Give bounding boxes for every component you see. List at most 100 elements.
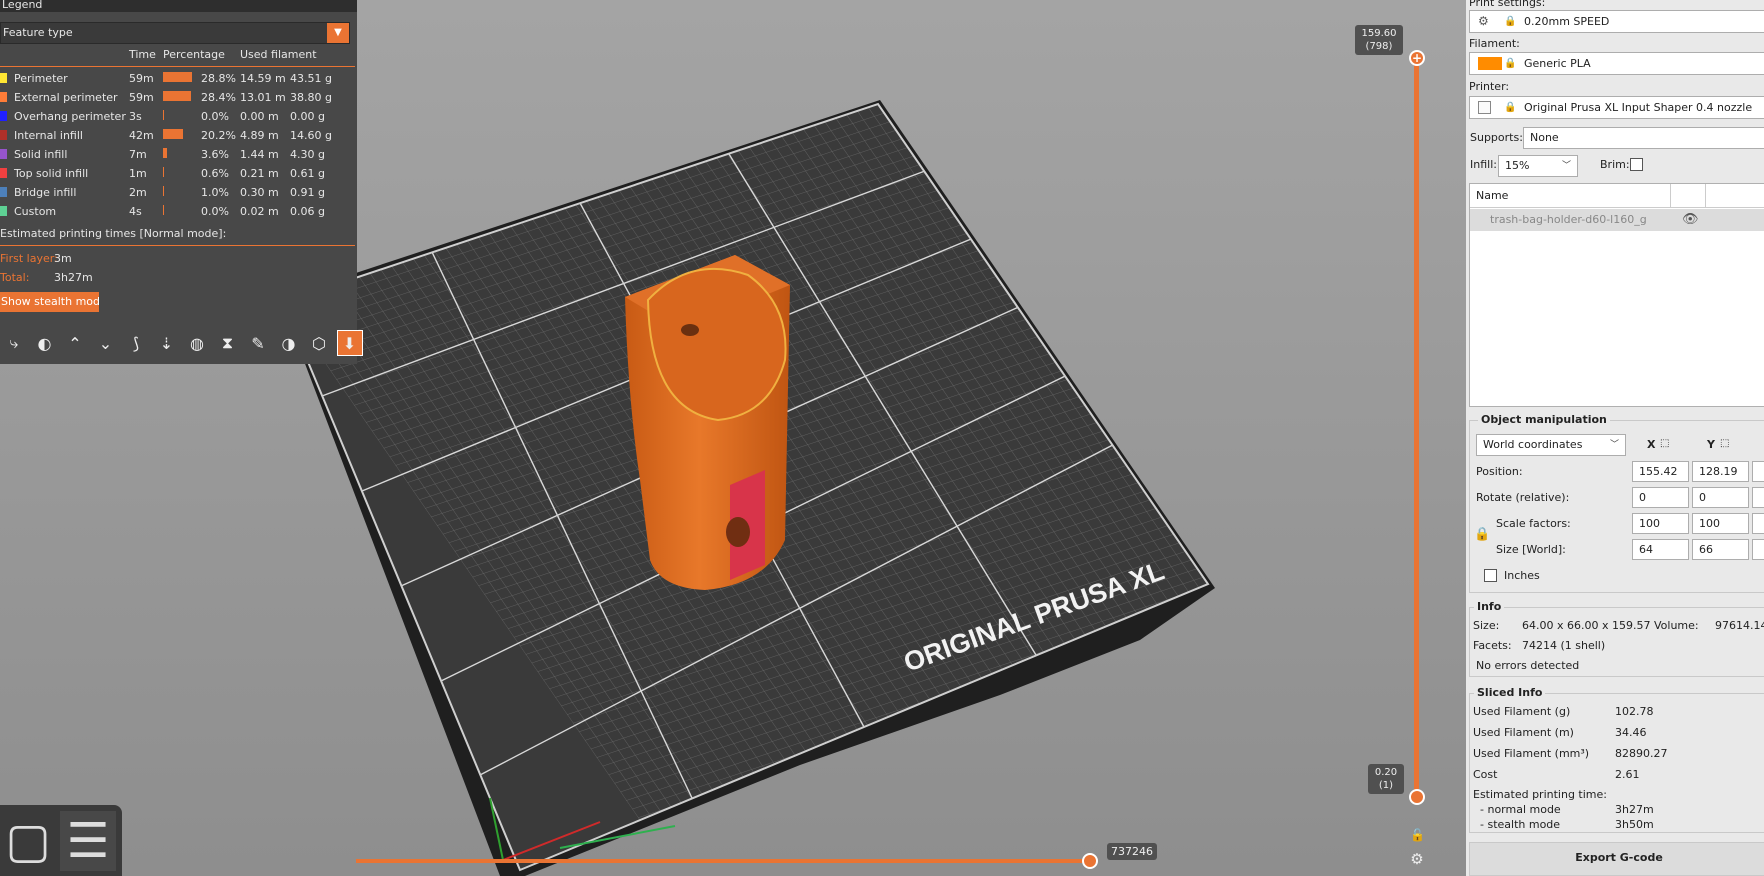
sliced-info-value: 82890.27 (1615, 747, 1668, 760)
legend-feature-row[interactable]: Perimeter 59m 28.8% 14.59 m 43.51 g (0, 68, 355, 87)
wipe-icon[interactable]: ◐ (32, 330, 58, 356)
infill-select[interactable]: 15% ﹀ (1498, 155, 1578, 177)
feature-length: 1.44 m (240, 148, 279, 161)
deretractions-icon[interactable]: ⌄ (93, 330, 119, 356)
sliced-info-title: Sliced Info (1474, 686, 1546, 699)
size-y-field[interactable]: 66 (1692, 539, 1749, 560)
export-gcode-button[interactable]: Export G-code (1469, 842, 1764, 876)
pause-prints-icon[interactable]: ⧗ (215, 330, 241, 356)
travel-icon[interactable]: ⤷ (1, 330, 27, 356)
total-label: Total: (0, 271, 30, 284)
3d-view-icon[interactable]: ▢ (0, 811, 56, 871)
sliced-info-value: 2.61 (1615, 768, 1640, 781)
object-list[interactable]: Name trash-bag-holder-d60-l160_g 👁 (1469, 183, 1764, 407)
printer-combo[interactable]: 🔒 Original Prusa XL Input Shaper 0.4 noz… (1469, 96, 1764, 119)
header-percentage: Percentage (163, 48, 225, 61)
size-x-field[interactable]: 64 (1632, 539, 1689, 560)
retractions-icon[interactable]: ⌃ (62, 330, 88, 356)
preview-layers-icon[interactable]: ☰ (60, 811, 116, 871)
coordinate-system-select[interactable]: World coordinates ﹀ (1476, 434, 1626, 456)
color-changes-icon[interactable]: ◍ (184, 330, 210, 356)
layer-top-handle[interactable]: + (1409, 50, 1425, 66)
legend-feature-row[interactable]: Internal infill 42m 20.2% 4.89 m 14.60 g (0, 125, 355, 144)
inches-label: Inches (1504, 569, 1540, 582)
sliced-info-label: Used Filament (g) (1473, 705, 1571, 718)
sliced-info-label: Cost (1473, 768, 1498, 781)
move-slider-track[interactable] (356, 859, 1092, 863)
legend-feature-row[interactable]: Overhang perimeter 3s 0.0% 0.00 m 0.00 g (0, 106, 355, 125)
lock-icon[interactable]: 🔓 (1410, 828, 1425, 842)
sliced-info-label: Used Filament (mm³) (1473, 747, 1590, 760)
scale-x-field[interactable]: 100 (1632, 513, 1689, 534)
feature-time: 42m (129, 129, 154, 142)
stealth-mode-label: - stealth mode (1480, 818, 1561, 831)
custom-gcode-icon[interactable]: ✎ (245, 330, 271, 356)
inches-checkbox[interactable] (1484, 569, 1497, 582)
brim-checkbox[interactable] (1630, 158, 1643, 171)
rotate-y-field[interactable]: 0 (1692, 487, 1749, 508)
drop-to-bed-icon[interactable]: ⬚ (1720, 438, 1729, 449)
object-name: trash-bag-holder-d60-l160_g (1490, 213, 1647, 226)
info-size-label: Size: (1473, 619, 1500, 632)
size-z-field[interactable] (1752, 539, 1764, 560)
layer-bottom-handle[interactable] (1409, 789, 1425, 805)
info-volume-label: Volume: (1654, 619, 1699, 632)
dropdown-arrow-icon[interactable]: ▼ (327, 23, 349, 43)
drop-to-bed-icon[interactable]: ⬚ (1660, 438, 1669, 449)
view-options-toolbar: ⤷ ◐ ⌃ ⌄ ⟆ ⇣ ◍ ⧗ ✎ ◑ ⬡ ⬇ (0, 330, 363, 358)
position-x-field[interactable]: 155.42 (1632, 461, 1689, 482)
layer-slider-track[interactable] (1414, 55, 1419, 801)
layer-bottom-height: 0.20 (1374, 767, 1398, 778)
center-of-gravity-icon[interactable]: ◑ (276, 330, 302, 356)
first-layer-label: First layer: (0, 252, 58, 265)
legend-feature-row[interactable]: Top solid infill 1m 0.6% 0.21 m 0.61 g (0, 163, 355, 182)
feature-percentage-bar (163, 205, 164, 215)
object-row[interactable]: trash-bag-holder-d60-l160_g 👁 (1470, 209, 1764, 231)
printed-object (625, 255, 790, 590)
sliced-info-section: Sliced Info Used Filament (g) 102.78 Used … (1469, 686, 1764, 833)
show-stealth-mode-button[interactable]: Show stealth mode (0, 292, 99, 312)
shells-icon[interactable]: ⬡ (306, 330, 332, 356)
move-slider-handle[interactable] (1082, 853, 1098, 869)
feature-weight: 4.30 g (290, 148, 325, 161)
name-column-header: Name (1476, 189, 1509, 202)
scale-z-field[interactable] (1752, 513, 1764, 534)
brim-label: Brim: (1600, 158, 1630, 171)
position-y-field[interactable]: 128.19 (1692, 461, 1749, 482)
feature-color-swatch (0, 206, 7, 216)
seams-icon[interactable]: ⟆ (123, 330, 149, 356)
tool-marker-icon[interactable]: ⬇ (336, 330, 363, 356)
legend-feature-row[interactable]: External perimeter 59m 28.4% 13.01 m 38.80 g (0, 87, 355, 106)
legend-feature-row[interactable]: Solid infill 7m 3.6% 1.44 m 4.30 g (0, 144, 355, 163)
feature-color-swatch (0, 92, 7, 102)
settings-cog-icon[interactable]: ⚙ (1409, 851, 1425, 867)
feature-name: Internal infill (14, 129, 83, 142)
rotate-z-field[interactable] (1752, 487, 1764, 508)
supports-label: Supports: (1470, 131, 1523, 144)
layer-bottom-label: 0.20 (1) (1368, 764, 1404, 794)
header-used-filament: Used filament (240, 48, 317, 61)
lock-icon: 🔒 (1504, 16, 1517, 27)
3d-viewport[interactable]: ORIGINAL PRUSA XL Legend Feature type ▼ … (0, 0, 1466, 876)
feature-name: Top solid infill (14, 167, 89, 180)
feature-type-select[interactable]: Feature type ▼ (0, 22, 350, 44)
legend-title[interactable]: Legend (0, 0, 357, 12)
eye-icon[interactable]: 👁 (1682, 209, 1699, 231)
lock-icon[interactable]: 🔒 (1474, 527, 1490, 542)
position-z-field[interactable] (1752, 461, 1764, 482)
lock-icon: 🔒 (1504, 58, 1517, 69)
filament-color-swatch[interactable] (1478, 57, 1502, 70)
sliced-info-value: 102.78 (1615, 705, 1654, 718)
print-settings-gear-icon: ⚙ (1478, 14, 1489, 28)
feature-length: 0.30 m (240, 186, 279, 199)
legend-feature-row[interactable]: Bridge infill 2m 1.0% 0.30 m 0.91 g (0, 182, 355, 201)
feature-percentage: 1.0% (201, 186, 229, 199)
legend-feature-row[interactable]: Custom 4s 0.0% 0.02 m 0.06 g (0, 201, 355, 220)
filament-combo[interactable]: 🔒 Generic PLA (1469, 52, 1764, 75)
tool-changes-icon[interactable]: ⇣ (154, 330, 180, 356)
info-title: Info (1474, 600, 1505, 613)
scale-y-field[interactable]: 100 (1692, 513, 1749, 534)
rotate-x-field[interactable]: 0 (1632, 487, 1689, 508)
print-settings-combo[interactable]: ⚙ 🔒 0.20mm SPEED (1469, 10, 1764, 33)
supports-select[interactable]: None (1523, 127, 1764, 149)
